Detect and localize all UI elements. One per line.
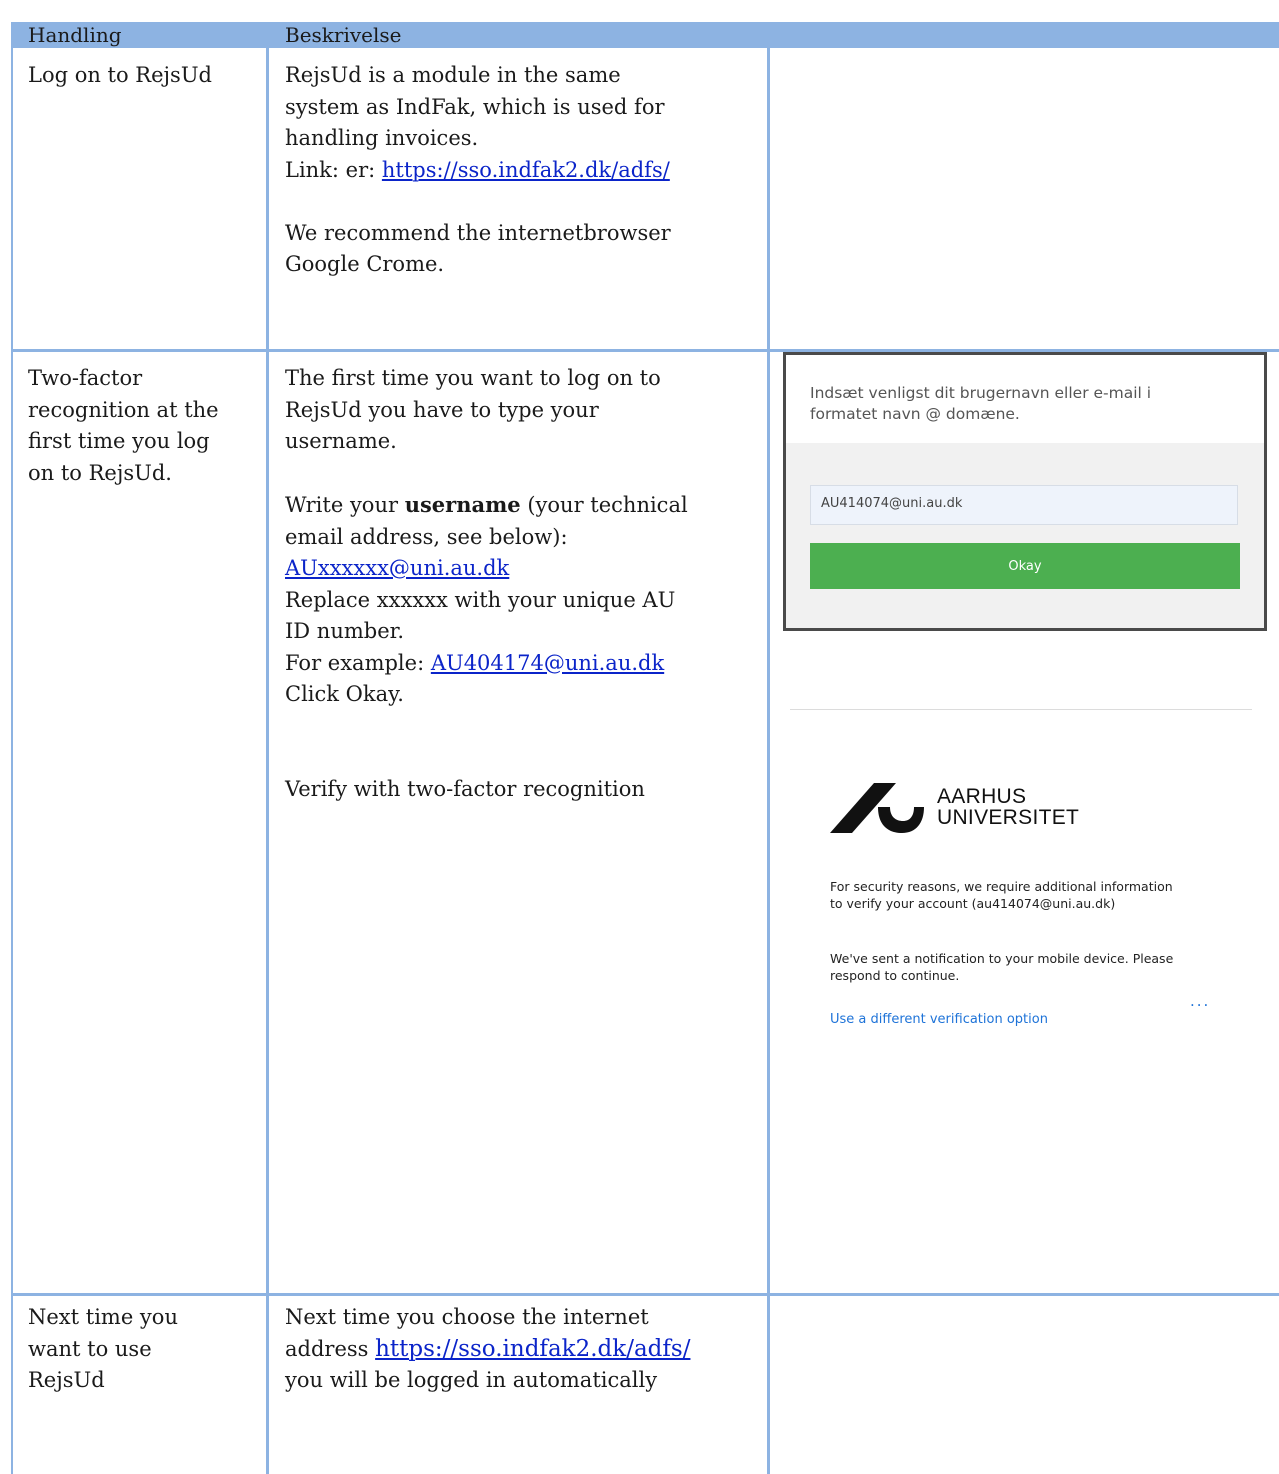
row2-action-line2: recognition at the — [28, 397, 219, 422]
aarhus-universitet-name: AARHUS UNIVERSITET — [937, 786, 1079, 828]
row1-desc-line3: handling invoices. — [285, 126, 479, 150]
progress-dots-icon: ... — [1190, 992, 1211, 1010]
border-col1 — [266, 48, 269, 1474]
row3-line3: you will be logged in automatically — [285, 1368, 658, 1392]
row1-link-line: Link: er: https://sso.indfak2.dk/adfs/ — [285, 155, 760, 187]
border-col2 — [767, 48, 770, 1474]
okay-button[interactable]: Okay — [810, 543, 1240, 589]
row2-p2-line4: Replace xxxxxx with your unique AU — [285, 587, 676, 612]
row2-description: The first time you want to log on to Rej… — [285, 363, 760, 805]
verification-separator — [790, 709, 1252, 710]
row2-p1-line1: The first time you want to log on to — [285, 366, 661, 390]
row2-p2-line1: Write your username (your technical — [285, 489, 760, 522]
login-dialog-screenshot: Indsæt venligst dit brugernavn eller e-m… — [783, 352, 1267, 631]
row2-p2-line5: ID number. — [285, 619, 405, 643]
aarhus-university-logo-icon — [830, 783, 924, 833]
row2-verify: Verify with two-factor recognition — [285, 776, 645, 801]
notification-message: We've sent a notification to your mobile… — [830, 950, 1210, 984]
row2-click-okay: Click Okay. — [285, 682, 404, 706]
security-message: For security reasons, we require additio… — [830, 878, 1210, 912]
notify-line1: We've sent a notification to your mobile… — [830, 951, 1174, 966]
notify-line2: respond to continue. — [830, 968, 960, 983]
row3-action: Next time you want to use RejsUd — [28, 1302, 258, 1397]
row1-indfak-link[interactable]: https://sso.indfak2.dk/adfs/ — [382, 158, 670, 182]
row2-action-line3: first time you log — [28, 429, 210, 453]
row2-p1-line2: RejsUd you have to type your — [285, 397, 599, 422]
login-prompt-line2: formatet navn @ domæne. — [810, 405, 1020, 423]
au-name-line1: AARHUS — [937, 785, 1027, 808]
login-prompt-line1: Indsæt venligst dit brugernavn eller e-m… — [810, 384, 1152, 402]
au-name-line2: UNIVERSITET — [937, 806, 1080, 829]
row1-desc-line1: RejsUd is a module in the same — [285, 63, 621, 87]
example-link[interactable]: AU404174@uni.au.dk — [431, 651, 664, 675]
username-input[interactable]: AU414074@uni.au.dk — [810, 485, 1238, 525]
row2-p1-line3: username. — [285, 429, 397, 453]
security-line2: to verify your account (au414074@uni.au.… — [830, 896, 1116, 911]
row3-description: Next time you choose the internet addres… — [285, 1302, 760, 1397]
header-handling: Handling — [28, 23, 122, 47]
different-verification-link[interactable]: Use a different verification option — [830, 1012, 1048, 1027]
row2-example-prefix: For example: — [285, 650, 431, 675]
row2-username-line: AUxxxxxx@uni.au.dk — [285, 553, 760, 585]
header-beskrivelse: Beskrivelse — [285, 23, 402, 47]
row2-action-line1: Two-factor — [28, 366, 143, 390]
login-prompt: Indsæt venligst dit brugernavn eller e-m… — [810, 383, 1250, 425]
row3-line2: address https://sso.indfak2.dk/adfs/ — [285, 1334, 760, 1366]
security-line1: For security reasons, we require additio… — [830, 879, 1173, 894]
border-left — [11, 48, 13, 1474]
row1-action: Log on to RejsUd — [28, 60, 258, 92]
row1-rec-line1: We recommend the internetbrowser — [285, 220, 671, 245]
row1-desc-line2: system as IndFak, which is used for — [285, 94, 665, 119]
row3-line1: Next time you choose the internet — [285, 1305, 649, 1329]
username-link[interactable]: AUxxxxxx@uni.au.dk — [285, 556, 509, 580]
row3-line2-prefix: address — [285, 1336, 376, 1361]
row1-description: RejsUd is a module in the same system as… — [285, 60, 760, 281]
border-row2 — [11, 1293, 1279, 1296]
row3-indfak-link[interactable]: https://sso.indfak2.dk/adfs/ — [375, 1336, 690, 1362]
row1-link-prefix: Link: er: — [285, 157, 382, 182]
row1-action-text: Log on to RejsUd — [28, 63, 212, 87]
row2-p2-prefix: Write your — [285, 493, 405, 517]
row2-example-line: For example: AU404174@uni.au.dk — [285, 648, 760, 680]
table-header-band — [11, 22, 1279, 48]
row2-action-line4: on to RejsUd. — [28, 460, 172, 485]
row2-p2-bold: username — [404, 492, 521, 517]
row3-action-line1: Next time you — [28, 1305, 178, 1329]
row2-p2-suffix: (your technical — [520, 493, 688, 517]
row2-action: Two-factor recognition at the first time… — [28, 363, 258, 489]
row1-rec-line2: Google Crome. — [285, 252, 445, 276]
row3-action-line3: RejsUd — [28, 1368, 105, 1392]
row3-action-line2: want to use — [28, 1336, 152, 1361]
row2-p2-line2: email address, see below): — [285, 524, 568, 549]
